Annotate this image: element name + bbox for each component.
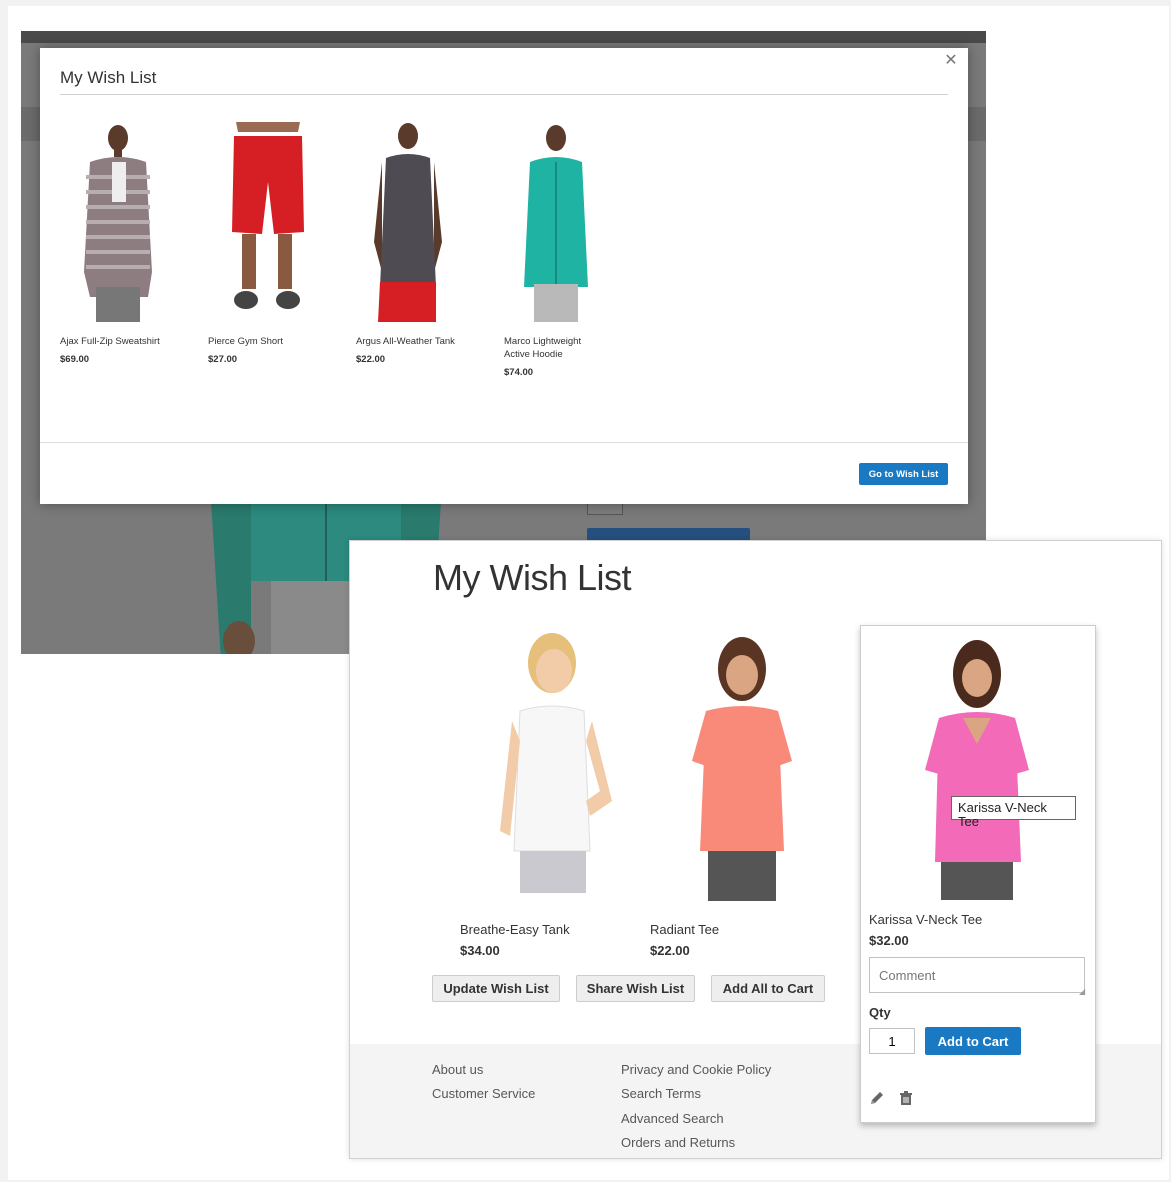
footer-link-customer-service[interactable]: Customer Service: [432, 1086, 535, 1101]
page-title: My Wish List: [433, 557, 632, 598]
share-wishlist-button[interactable]: Share Wish List: [576, 975, 695, 1002]
add-all-to-cart-button[interactable]: Add All to Cart: [711, 975, 825, 1002]
footer-link-orders-returns[interactable]: Orders and Returns: [621, 1135, 735, 1150]
page-top-bar: [21, 31, 986, 43]
product-price: $27.00: [208, 354, 238, 365]
qty-label: Qty: [869, 1005, 891, 1020]
pencil-icon[interactable]: [869, 1090, 885, 1106]
go-to-wishlist-button[interactable]: Go to Wish List: [859, 463, 948, 485]
product-price: $22.00: [356, 354, 386, 365]
product-name[interactable]: Marco Lightweight Active Hoodie: [504, 335, 600, 361]
product-name[interactable]: Pierce Gym Short: [208, 335, 328, 348]
product-price: $69.00: [60, 354, 90, 365]
footer-link-about[interactable]: About us: [432, 1062, 483, 1077]
product-name[interactable]: Karissa V-Neck Tee: [869, 912, 982, 927]
wishlist-item[interactable]: Breathe-Easy Tank $34.00: [460, 631, 640, 958]
modal-title-divider: [60, 94, 948, 95]
modal-item[interactable]: Pierce Gym Short $27.00: [208, 122, 328, 365]
footer-link-privacy[interactable]: Privacy and Cookie Policy: [621, 1062, 771, 1077]
modal-item[interactable]: Ajax Full-Zip Sweatshirt $69.00: [60, 122, 180, 365]
close-icon[interactable]: ✕: [942, 52, 960, 70]
product-price: $74.00: [504, 367, 534, 378]
product-image-hoodie: [524, 125, 588, 322]
product-image-tank: [374, 123, 442, 322]
product-price: $32.00: [869, 933, 909, 948]
product-image-karissa-tee: [925, 640, 1029, 900]
add-to-cart-button[interactable]: Add to Cart: [925, 1027, 1021, 1055]
comment-field[interactable]: [869, 957, 1085, 993]
product-name-tooltip: Karissa V-Neck Tee: [951, 796, 1076, 829]
product-image-shorts: [232, 122, 304, 309]
product-name[interactable]: Radiant Tee: [650, 922, 820, 937]
trash-icon[interactable]: [898, 1090, 914, 1106]
product-image-sweatshirt: [84, 125, 152, 322]
wishlist-item[interactable]: Radiant Tee $22.00: [650, 631, 820, 958]
product-price: $22.00: [650, 943, 690, 958]
qty-input[interactable]: [869, 1028, 915, 1054]
wishlist-item-hover-card[interactable]: Karissa V-Neck Tee $32.00 ◢ Qty Add to C…: [860, 625, 1096, 1123]
product-image-tank-top: [500, 633, 612, 893]
footer-link-search-terms[interactable]: Search Terms: [621, 1086, 701, 1101]
footer-link-advanced-search[interactable]: Advanced Search: [621, 1111, 724, 1126]
wishlist-modal: My Wish List ✕ Ajax Full-Zip Sweatshirt …: [40, 48, 968, 504]
product-name[interactable]: Ajax Full-Zip Sweatshirt: [60, 335, 180, 348]
modal-footer-divider: [40, 442, 968, 443]
modal-title: My Wish List: [60, 68, 157, 87]
resize-handle-icon[interactable]: ◢: [1079, 987, 1085, 996]
product-name[interactable]: Argus All-Weather Tank: [356, 335, 476, 348]
modal-item[interactable]: Argus All-Weather Tank $22.00: [356, 122, 476, 365]
product-image-radiant-tee: [692, 637, 792, 901]
product-name[interactable]: Breathe-Easy Tank: [460, 922, 640, 937]
update-wishlist-button[interactable]: Update Wish List: [432, 975, 560, 1002]
modal-item[interactable]: Marco Lightweight Active Hoodie $74.00: [504, 122, 600, 378]
product-price: $34.00: [460, 943, 500, 958]
